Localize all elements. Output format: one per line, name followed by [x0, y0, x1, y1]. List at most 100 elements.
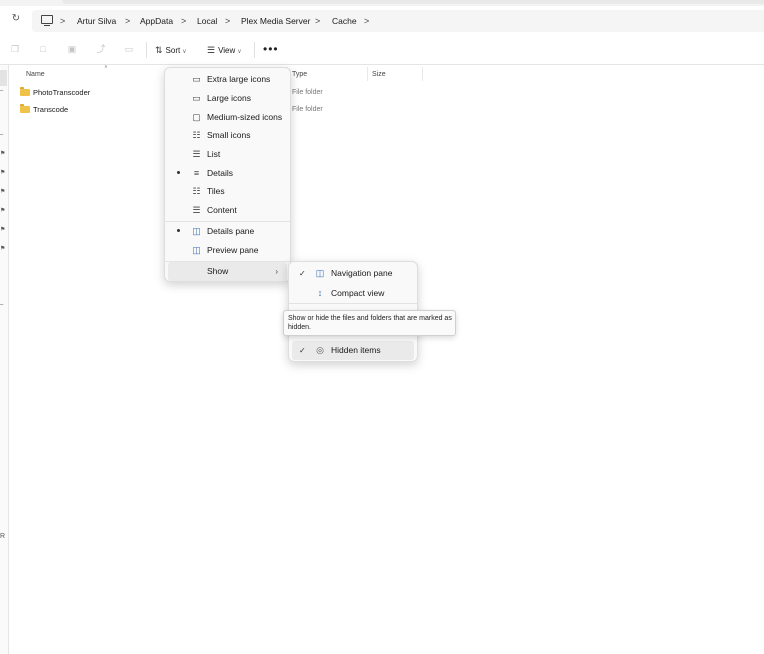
sort-icon: ⇅ — [155, 45, 163, 55]
pin-icon[interactable]: ⚑ — [0, 226, 5, 233]
breadcrumb-separator: > — [315, 16, 321, 26]
menu-item-label: Details — [207, 168, 233, 178]
menu-item-small-icons[interactable]: ☷ Small icons — [168, 126, 287, 145]
paste-icon[interactable]: □ — [38, 44, 48, 55]
menu-item-label: Preview pane — [207, 245, 259, 255]
more-options-button[interactable]: ••• — [263, 42, 279, 58]
breadcrumb-appdata[interactable]: AppData — [140, 15, 173, 27]
menu-item-label: List — [207, 149, 221, 159]
view-button[interactable]: ☰ View ∨ — [207, 42, 242, 58]
address-row: ↻ > Artur Silva > AppData > Local > Plex… — [0, 6, 764, 34]
breadcrumb-separator: > — [60, 16, 66, 26]
submenu-item-label: Compact view — [331, 288, 385, 298]
breadcrumb-separator: > — [364, 16, 370, 26]
column-header-type[interactable]: Type — [292, 69, 307, 81]
menu-item-details-pane[interactable]: ◫ Details pane — [168, 222, 287, 241]
menu-item-label: Content — [207, 205, 237, 215]
folder-icon — [20, 103, 30, 113]
folder-icon — [20, 86, 30, 96]
pin-icon[interactable]: ⚑ — [0, 188, 5, 195]
pin-icon[interactable]: ⚑ — [0, 150, 5, 157]
grid-icon: ☷ — [192, 130, 201, 140]
toolbar-divider — [146, 42, 147, 58]
image-icon: ▢ — [192, 112, 201, 122]
menu-item-label: Small icons — [207, 130, 251, 140]
chevron-down-icon: ∨ — [182, 49, 187, 55]
file-type: File folder — [292, 89, 323, 96]
submenu-item-hidden-items[interactable]: ✓ ◎ Hidden items — [292, 341, 414, 360]
menu-item-show[interactable]: Show › — [168, 262, 287, 281]
pin-icon[interactable]: ⚑ — [0, 245, 5, 252]
menu-item-details[interactable]: ≡ Details — [168, 164, 287, 183]
submenu-item-label: Navigation pane — [331, 268, 393, 278]
sort-label: Sort — [165, 46, 181, 55]
submenu-item-navigation-pane[interactable]: ✓ ◫ Navigation pane — [292, 264, 414, 283]
pin-icon[interactable]: ⚑ — [0, 169, 5, 176]
rename-icon[interactable]: ▣ — [67, 44, 77, 55]
submenu-item-label: Hidden items — [331, 345, 381, 355]
breadcrumb-separator: > — [181, 16, 187, 26]
delete-icon[interactable]: ▭ — [124, 44, 134, 55]
view-menu: ▭ Extra large icons ▭ Large icons ▢ Medi… — [164, 67, 291, 282]
details-icon: ≡ — [193, 168, 200, 178]
nav-selected-item[interactable] — [0, 70, 7, 86]
menu-item-extra-large-icons[interactable]: ▭ Extra large icons — [168, 70, 287, 89]
chevron-down-icon: ∨ — [237, 49, 242, 55]
view-label: View — [218, 46, 236, 55]
menu-item-label: Medium-sized icons — [207, 112, 283, 122]
submenu-separator — [289, 303, 417, 304]
selected-bullet-icon — [177, 229, 180, 232]
chevron-right-icon: › — [275, 267, 278, 276]
monitor-icon: ▭ — [192, 74, 201, 84]
menu-item-medium-icons[interactable]: ▢ Medium-sized icons — [168, 108, 287, 127]
file-row[interactable]: PhotoTranscoder — [18, 86, 90, 100]
nav-tick: – — [0, 132, 4, 138]
pin-icon[interactable]: ⚑ — [0, 207, 5, 214]
menu-item-tiles[interactable]: ☷ Tiles — [168, 182, 287, 201]
column-header-name[interactable]: Name — [26, 69, 45, 81]
menu-item-label: Show — [207, 266, 229, 276]
breadcrumb-artur-silva[interactable]: Artur Silva — [77, 15, 116, 27]
checkmark-icon: ✓ — [299, 269, 306, 278]
eye-icon: ◎ — [316, 345, 324, 355]
tab-edge — [62, 0, 764, 4]
breadcrumb-separator: > — [225, 16, 231, 26]
menu-item-content[interactable]: ☰ Content — [168, 201, 287, 220]
breadcrumb-cache[interactable]: Cache — [332, 15, 357, 27]
menu-item-label: Extra large icons — [207, 74, 271, 84]
share-icon[interactable]: ⤴ — [96, 44, 106, 55]
view-icon: ☰ — [207, 45, 216, 55]
column-header-size[interactable]: Size — [372, 69, 386, 81]
menu-item-list[interactable]: ☰ List — [168, 145, 287, 164]
copy-icon[interactable]: ❐ — [10, 44, 20, 55]
hidden-items-tooltip: Show or hide the files and folders that … — [283, 310, 456, 336]
refresh-icon[interactable]: ↻ — [10, 13, 22, 25]
column-divider[interactable] — [367, 67, 368, 81]
breadcrumb-plex-media-server[interactable]: Plex Media Server — [241, 15, 310, 27]
preview-pane-icon: ◫ — [192, 245, 201, 255]
breadcrumb-separator: > — [125, 16, 131, 26]
this-pc-icon[interactable] — [41, 15, 53, 26]
menu-item-preview-pane[interactable]: ◫ Preview pane — [168, 241, 287, 260]
column-divider[interactable] — [422, 67, 423, 81]
file-type: File folder — [292, 106, 323, 113]
menu-item-label: Tiles — [207, 186, 225, 196]
nav-tick: – — [0, 302, 4, 308]
file-row[interactable]: Transcode — [18, 103, 68, 117]
menu-item-label: Large icons — [207, 93, 251, 103]
navigation-pane-icon: ◫ — [315, 268, 325, 278]
sort-caret-icon: ∧ — [104, 64, 108, 70]
nav-item-letter[interactable]: R — [0, 533, 5, 540]
command-bar: ❐ □ ▣ ⤴ ▭ ⇅ Sort ∨ ☰ View ∨ ••• — [0, 36, 764, 65]
sort-button[interactable]: ⇅ Sort ∨ — [155, 42, 187, 58]
address-bar[interactable]: > Artur Silva > AppData > Local > Plex M… — [32, 10, 764, 32]
monitor-icon: ▭ — [192, 93, 201, 103]
nav-tick: – — [0, 88, 4, 94]
content-icon: ☰ — [192, 205, 201, 215]
submenu-item-compact-view[interactable]: ↕ Compact view — [292, 284, 414, 303]
breadcrumb-local[interactable]: Local — [197, 15, 217, 27]
menu-item-large-icons[interactable]: ▭ Large icons — [168, 89, 287, 108]
menu-item-label: Details pane — [207, 226, 255, 236]
tiles-icon: ☷ — [192, 186, 201, 196]
list-icon: ☰ — [192, 149, 201, 159]
